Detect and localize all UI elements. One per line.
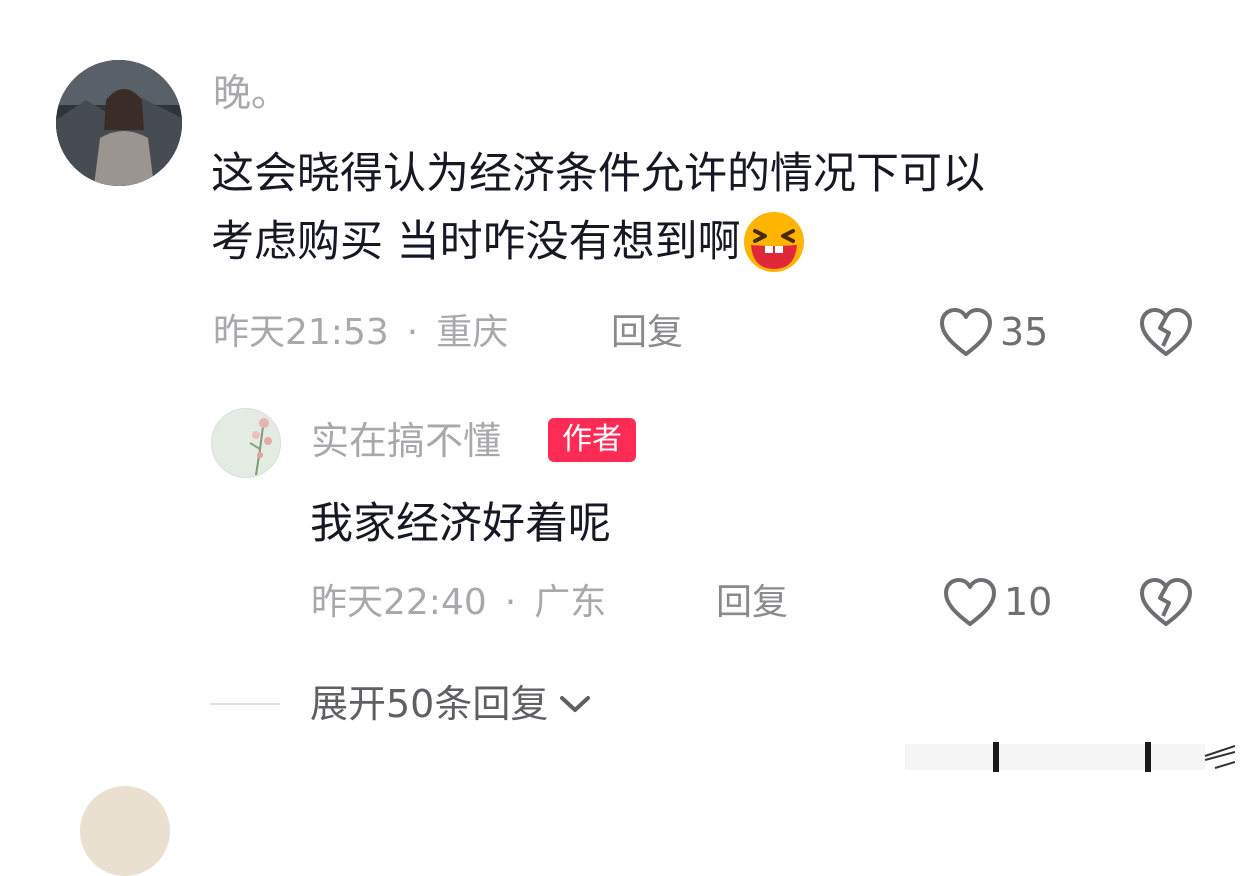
heart-icon — [942, 576, 1004, 628]
broken-heart-icon — [1138, 576, 1194, 628]
reply-like-button[interactable]: 10 — [942, 576, 1052, 628]
expand-divider — [210, 703, 280, 705]
laughing-emoji-icon — [741, 211, 807, 273]
avatar-photo — [56, 60, 182, 186]
broken-heart-icon — [1138, 306, 1194, 358]
comment-reply-button[interactable]: 回复 — [611, 315, 683, 351]
reply-location: 广东 — [534, 582, 607, 623]
comment-meta: 昨天21:53 · 重庆 — [213, 315, 508, 351]
comment-location: 重庆 — [436, 312, 509, 353]
meta-separator: · — [406, 312, 419, 353]
reply-reply-button[interactable]: 回复 — [716, 585, 788, 621]
reply-text: 我家经济好着呢 — [310, 499, 611, 549]
comment-like-count: 35 — [1000, 310, 1049, 354]
comment-time: 昨天21:53 — [213, 312, 389, 353]
reply-avatar[interactable] — [211, 408, 281, 478]
author-badge: 作者 — [548, 418, 636, 462]
heart-icon — [938, 306, 1000, 358]
chevron-down-icon — [548, 693, 592, 715]
expand-replies-button[interactable]: 展开50条回复 — [310, 685, 592, 723]
comment-like-button[interactable]: 35 — [938, 306, 1048, 358]
expand-replies-label: 展开50条回复 — [310, 682, 549, 726]
comment-text: 这会晓得认为经济条件允许的情况下可以 考虑购买 当时咋没有想到啊 — [211, 140, 985, 276]
next-comment-avatar[interactable] — [80, 786, 170, 876]
reply-time: 昨天22:40 — [311, 582, 487, 623]
comment-username[interactable]: 晚。 — [213, 74, 289, 112]
reply-like-count: 10 — [1004, 580, 1053, 624]
comment-text-line-2-row: 考虑购买 当时咋没有想到啊 — [211, 208, 985, 276]
dislike-button[interactable] — [1138, 306, 1194, 362]
reply-meta: 昨天22:40 · 广东 — [311, 585, 606, 621]
reply-username[interactable]: 实在搞不懂 — [311, 422, 501, 460]
meta-separator: · — [504, 582, 517, 623]
watermark — [905, 742, 1236, 772]
reply-dislike-button[interactable] — [1138, 576, 1194, 632]
reply-avatar-photo — [212, 409, 280, 477]
comment-text-line-2: 考虑购买 当时咋没有想到啊 — [211, 217, 741, 267]
avatar[interactable] — [56, 60, 182, 186]
comment-text-line-1: 这会晓得认为经济条件允许的情况下可以 — [211, 149, 985, 199]
